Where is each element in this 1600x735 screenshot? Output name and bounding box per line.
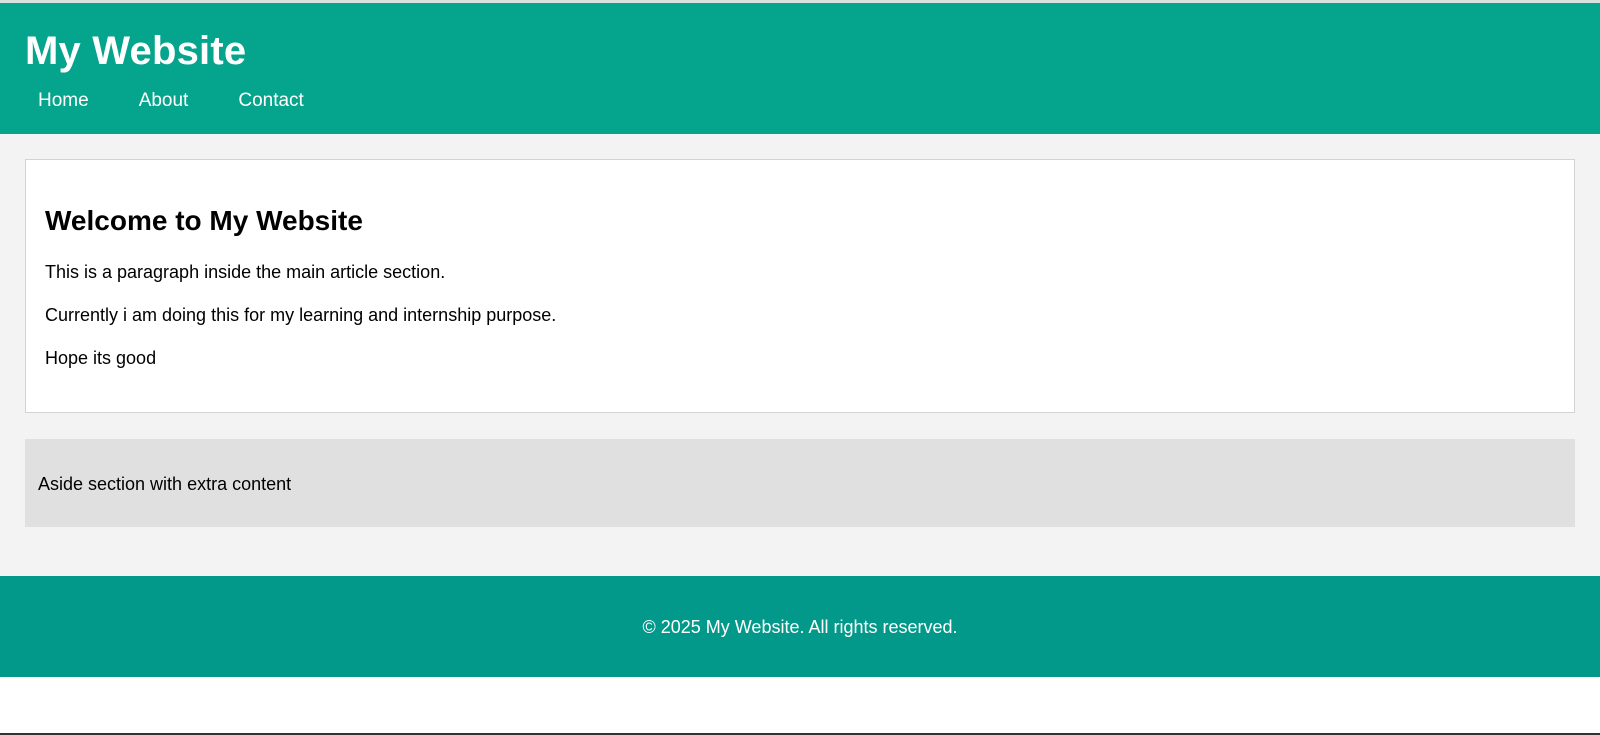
article-heading: Welcome to My Website — [45, 205, 363, 236]
main-content: Welcome to My Website This is a paragrap… — [0, 134, 1600, 576]
article-paragraph: Hope its good — [45, 348, 157, 368]
site-header: My Website Home About Contact — [0, 3, 1600, 134]
site-title: My Website — [25, 29, 247, 73]
article-paragraph: Currently i am doing this for my learnin… — [45, 305, 557, 325]
aside-text: Aside section with extra content — [38, 474, 292, 494]
nav-link-contact[interactable]: Contact — [225, 87, 316, 115]
site-footer: © 2025 My Website. All rights reserved. — [0, 576, 1600, 677]
main-nav: Home About Contact — [25, 87, 317, 115]
footer-copyright: © 2025 My Website. All rights reserved. — [642, 616, 958, 637]
aside-section: Aside section with extra content — [25, 439, 1575, 527]
main-article: Welcome to My Website This is a paragrap… — [25, 159, 1575, 413]
nav-link-about[interactable]: About — [126, 87, 202, 115]
nav-link-home[interactable]: Home — [25, 87, 102, 115]
article-paragraph: This is a paragraph inside the main arti… — [45, 262, 446, 282]
